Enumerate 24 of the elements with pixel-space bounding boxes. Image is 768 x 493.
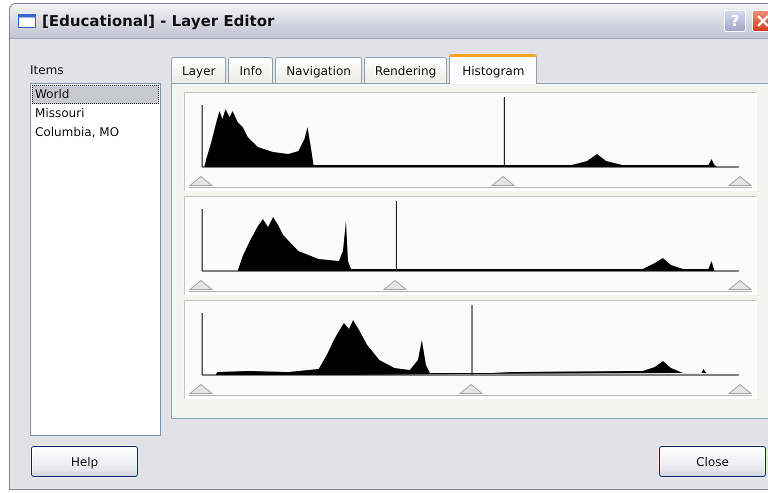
tab[interactable]: Rendering [364,57,448,83]
slider-thumb[interactable] [383,280,408,290]
dialog-button[interactable]: Help [31,446,138,477]
slider-thumb[interactable] [189,384,213,394]
tab[interactable]: Layer [171,57,226,83]
slider-thumb[interactable] [728,280,752,290]
slider-thumb[interactable] [728,384,752,394]
slider-thumb[interactable] [189,280,213,290]
close-title-button[interactable] [752,10,768,32]
tab[interactable]: Navigation [275,57,362,83]
window-title: [Educational] - Layer Editor [42,12,274,30]
slider-thumb[interactable] [458,384,482,394]
slider-thumb[interactable] [189,176,213,186]
tab[interactable]: Histogram [449,54,538,84]
items-label: Items [30,63,65,77]
close-icon [757,15,768,27]
window-icon [18,14,36,28]
slider-thumb[interactable] [728,176,752,186]
tab[interactable]: Info [228,57,274,83]
slider-thumb[interactable] [490,176,515,186]
list-item[interactable]: Missouri [32,104,159,123]
list-item[interactable]: Columbia, MO [32,123,159,142]
dialog-button[interactable]: Close [659,446,766,477]
list-item[interactable]: World [32,85,159,104]
